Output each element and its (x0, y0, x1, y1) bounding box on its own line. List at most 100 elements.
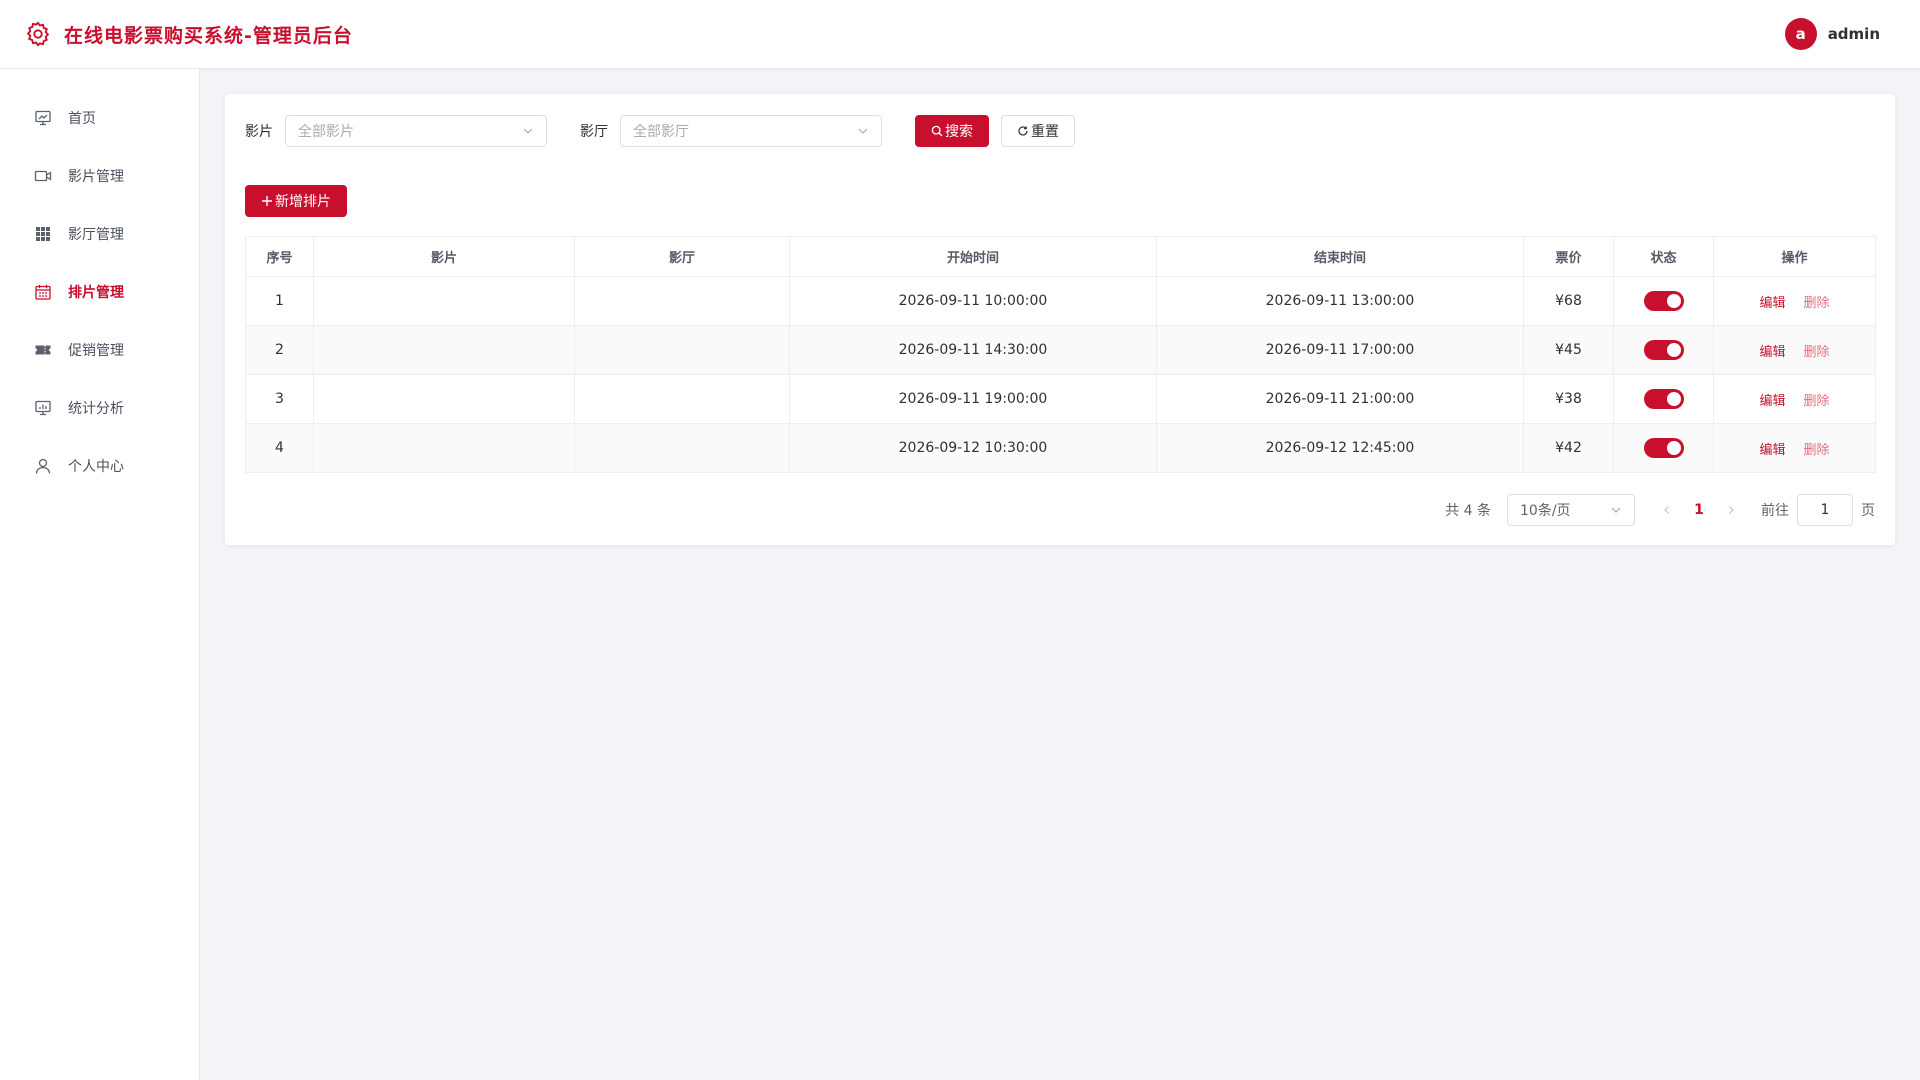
cell-index: 4 (245, 423, 314, 473)
cell-actions: 编辑 删除 (1713, 374, 1876, 424)
chart-board-icon (34, 399, 52, 417)
cell-actions: 编辑 删除 (1713, 325, 1876, 375)
hall-filter-label: 影厅 (580, 124, 608, 140)
cell-movie (313, 423, 575, 473)
edit-link[interactable]: 编辑 (1759, 443, 1785, 458)
cell-actions: 编辑 删除 (1713, 276, 1876, 326)
app-title: 在线电影票购买系统-管理员后台 (64, 24, 353, 47)
edit-link[interactable]: 编辑 (1759, 296, 1785, 311)
column-header-end: 结束时间 (1156, 236, 1524, 277)
table-row: 4 2026-09-12 10:30:00 2026-09-12 12:45:0… (245, 423, 1876, 473)
table-row: 3 2026-09-11 19:00:00 2026-09-11 21:00:0… (245, 374, 1876, 424)
sidebar-item-home[interactable]: 首页 (0, 89, 199, 147)
sidebar-item-movies[interactable]: 影片管理 (0, 147, 199, 205)
gear-icon (24, 20, 52, 48)
chevron-left-icon (1664, 506, 1669, 514)
cell-status (1613, 325, 1714, 375)
sidebar-item-label: 影厅管理 (68, 227, 124, 243)
movie-select-placeholder: 全部影片 (298, 124, 354, 140)
column-header-index: 序号 (245, 236, 314, 277)
hall-select[interactable]: 全部影厅 (620, 115, 882, 147)
page-size-select[interactable]: 10条/页 (1507, 494, 1635, 526)
edit-link[interactable]: 编辑 (1759, 394, 1785, 409)
delete-link[interactable]: 删除 (1804, 443, 1830, 458)
add-schedule-button[interactable]: 新增排片 (245, 185, 347, 217)
plus-icon (261, 195, 273, 207)
sidebar-item-statistics[interactable]: 统计分析 (0, 379, 199, 437)
cell-hall (574, 325, 790, 375)
cell-hall (574, 423, 790, 473)
prev-page-button[interactable] (1657, 500, 1677, 520)
delete-link[interactable]: 删除 (1804, 296, 1830, 311)
chevron-down-icon (857, 125, 869, 137)
table-header-row: 序号 影片 影厅 开始时间 结束时间 票价 状态 操作 (245, 236, 1876, 277)
status-toggle[interactable] (1643, 438, 1684, 458)
column-header-start: 开始时间 (789, 236, 1157, 277)
user-icon (34, 457, 52, 475)
schedule-table: 序号 影片 影厅 开始时间 结束时间 票价 状态 操作 1 2026-09-11… (245, 236, 1876, 473)
cell-end-time: 2026-09-11 17:00:00 (1156, 325, 1524, 375)
reset-button[interactable]: 重置 (1001, 115, 1075, 147)
movie-select[interactable]: 全部影片 (285, 115, 547, 147)
sidebar-item-promotions[interactable]: 促销管理 (0, 321, 199, 379)
cell-start-time: 2026-09-11 10:00:00 (789, 276, 1157, 326)
video-camera-icon (34, 167, 52, 185)
pagination: 共 4 条 10条/页 1 前往 页 (1445, 494, 1875, 526)
grid-icon (34, 225, 52, 243)
next-page-button[interactable] (1721, 500, 1741, 520)
column-header-status: 状态 (1613, 236, 1714, 277)
column-header-price: 票价 (1523, 236, 1614, 277)
cell-start-time: 2026-09-12 10:30:00 (789, 423, 1157, 473)
status-toggle[interactable] (1643, 389, 1684, 409)
user-menu[interactable]: a admin (1784, 18, 1880, 50)
page-size-value: 10条/页 (1520, 503, 1571, 519)
top-header: 在线电影票购买系统-管理员后台 a admin (0, 0, 1920, 69)
toggle-knob (1666, 441, 1681, 455)
cell-index: 3 (245, 374, 314, 424)
cell-price: ¥45 (1523, 325, 1614, 375)
sidebar-item-profile[interactable]: 个人中心 (0, 437, 199, 495)
cell-price: ¥38 (1523, 374, 1614, 424)
column-header-hall: 影厅 (574, 236, 790, 277)
delete-link[interactable]: 删除 (1804, 345, 1830, 360)
username[interactable]: admin (1828, 25, 1880, 43)
sidebar-item-schedules[interactable]: 排片管理 (0, 263, 199, 321)
sidebar-item-label: 个人中心 (68, 459, 124, 475)
reset-button-label: 重置 (1031, 124, 1059, 140)
search-button[interactable]: 搜索 (915, 115, 989, 147)
table-row: 2 2026-09-11 14:30:00 2026-09-11 17:00:0… (245, 325, 1876, 375)
goto-label: 前往 (1761, 503, 1789, 519)
status-toggle[interactable] (1643, 291, 1684, 311)
edit-link[interactable]: 编辑 (1759, 345, 1785, 360)
column-header-actions: 操作 (1713, 236, 1876, 277)
sidebar-item-halls[interactable]: 影厅管理 (0, 205, 199, 263)
goto-page-input[interactable] (1797, 494, 1853, 526)
sidebar-item-label: 影片管理 (68, 169, 124, 185)
pagination-total: 共 4 条 (1445, 503, 1491, 519)
sidebar-item-label: 统计分析 (68, 401, 124, 417)
sidebar-menu: 首页 影片管理 影厅管理 排片管理 促销管理 统计分析 个人中心 (0, 69, 199, 495)
cell-start-time: 2026-09-11 19:00:00 (789, 374, 1157, 424)
cell-end-time: 2026-09-12 12:45:00 (1156, 423, 1524, 473)
cell-hall (574, 374, 790, 424)
cell-movie (313, 276, 575, 326)
sidebar-item-label: 促销管理 (68, 343, 124, 359)
cell-index: 2 (245, 325, 314, 375)
column-header-movie: 影片 (313, 236, 575, 277)
status-toggle[interactable] (1643, 340, 1684, 360)
filter-bar: 影片 全部影片 影厅 全部影厅 搜索 重置 (245, 115, 1075, 147)
avatar[interactable]: a (1784, 18, 1817, 50)
table-row: 1 2026-09-11 10:00:00 2026-09-11 13:00:0… (245, 276, 1876, 326)
cell-status (1613, 276, 1714, 326)
cell-index: 1 (245, 276, 314, 326)
cell-status (1613, 423, 1714, 473)
cell-hall (574, 276, 790, 326)
sidebar-item-label: 排片管理 (68, 285, 124, 301)
page-number-current[interactable]: 1 (1683, 502, 1715, 518)
sidebar-item-label: 首页 (68, 111, 96, 127)
refresh-icon (1017, 125, 1029, 137)
cell-movie (313, 325, 575, 375)
chevron-right-icon (1729, 506, 1734, 514)
delete-link[interactable]: 删除 (1804, 394, 1830, 409)
movie-filter-label: 影片 (245, 124, 273, 140)
